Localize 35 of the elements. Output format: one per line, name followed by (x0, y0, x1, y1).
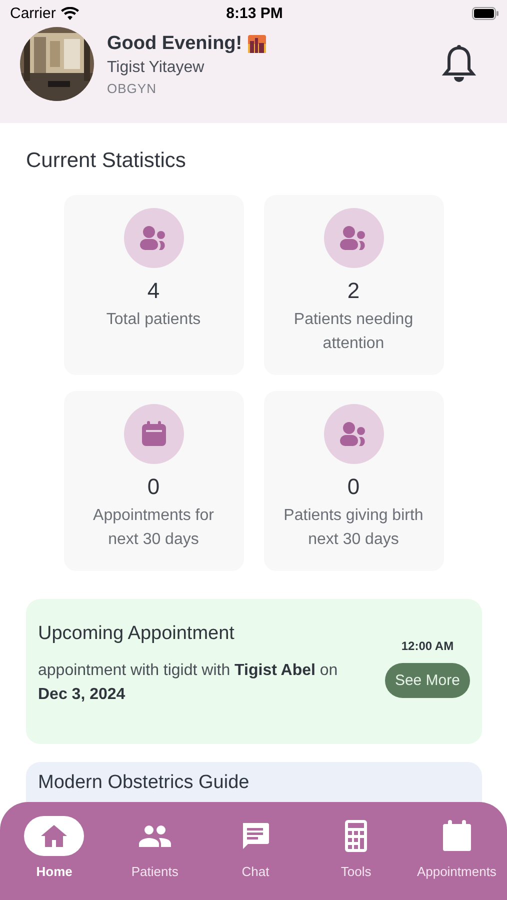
tab-item[interactable]: Tools (306, 802, 406, 900)
tab-item[interactable]: Chat (205, 802, 306, 900)
carrier-label: Carrier (10, 5, 56, 22)
appointment-time: 12:00 AM (401, 639, 454, 653)
calendar-icon (442, 820, 472, 852)
stat-label: Appointments for next 30 days (92, 506, 215, 550)
tab-item[interactable]: Home (4, 802, 105, 900)
home-icon (39, 823, 70, 849)
calendar-icon (140, 420, 168, 448)
stat-label: Patients giving birth next 30 days (282, 506, 424, 550)
greeting: Good Evening! (107, 32, 242, 54)
guide-card[interactable]: Modern Obstetrics Guide (26, 762, 482, 804)
appointment-description: appointment with tigidt with Tigist Abel on Dec 3, 2024 (38, 661, 339, 705)
chat-icon (240, 821, 270, 851)
card-title: Modern Obstetrics Guide (38, 772, 250, 793)
stat-label: Total patients (105, 310, 202, 330)
section-title: Current Statistics (25, 148, 187, 165)
stat-value: 2 (347, 278, 360, 304)
user-role: OBGYN (107, 80, 158, 96)
notification-bell-icon[interactable] (441, 44, 477, 84)
stat-value: 4 (147, 278, 160, 304)
user-name: Tigist Yitayew (107, 58, 206, 76)
people-icon (138, 825, 172, 847)
stat-label: Patients needing attention (292, 310, 414, 354)
card-title: Upcoming Appointment (38, 623, 236, 645)
wifi-icon (60, 7, 79, 20)
time-label: 8:13 PM (225, 5, 284, 22)
tab-item[interactable]: Patients (104, 802, 206, 900)
stat-value: 0 (147, 474, 160, 500)
sunset-icon (248, 34, 266, 52)
tab-item[interactable]: Appointments (406, 802, 507, 900)
see-more-button[interactable]: See More (384, 663, 470, 698)
stat-value: 0 (347, 474, 360, 500)
calculator-icon (344, 819, 368, 853)
battery-icon (472, 7, 499, 20)
